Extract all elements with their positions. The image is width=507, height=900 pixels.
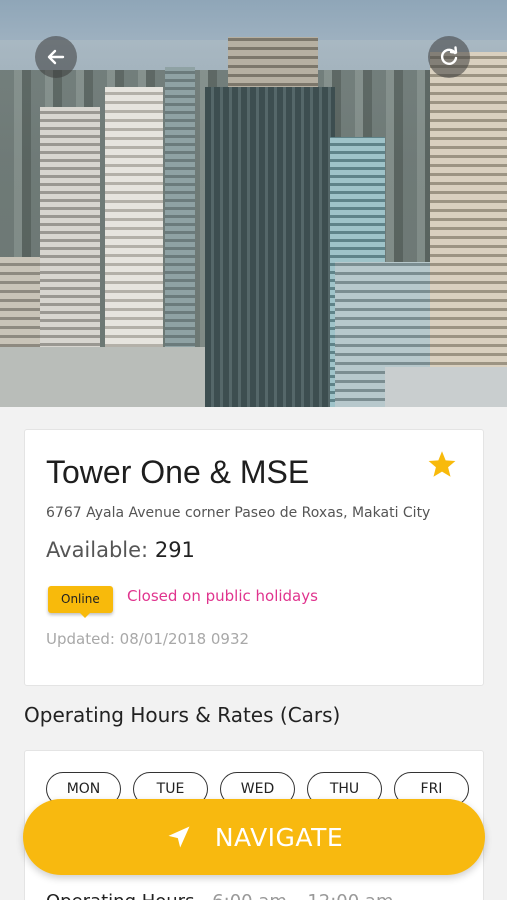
available-count: 291 xyxy=(154,538,195,562)
holiday-notice: Closed on public holidays xyxy=(127,587,318,605)
navigate-label: NAVIGATE xyxy=(214,822,344,852)
location-info-card: Tower One & MSE 6767 Ayala Avenue corner… xyxy=(24,429,484,686)
navigate-button[interactable]: NAVIGATE xyxy=(23,799,485,875)
favorite-button[interactable] xyxy=(427,450,457,482)
operating-hours-value: 6:00 am – 12:00 am xyxy=(212,891,393,900)
location-title: Tower One & MSE xyxy=(46,454,310,490)
star-icon xyxy=(428,451,456,477)
location-address: 6767 Ayala Avenue corner Paseo de Roxas,… xyxy=(46,505,431,521)
operating-hours-row: Operating Hours 6:00 am – 12:00 am xyxy=(46,891,394,900)
arrow-left-icon xyxy=(47,49,65,65)
back-button[interactable] xyxy=(35,36,77,78)
availability: Available: 291 xyxy=(46,538,195,562)
operating-hours-label: Operating Hours xyxy=(46,891,194,900)
building xyxy=(0,347,205,407)
location-photo xyxy=(0,0,507,407)
refresh-icon xyxy=(440,46,458,65)
status-badge: Online xyxy=(48,586,113,618)
available-label: Available: xyxy=(46,538,149,562)
building xyxy=(205,87,335,407)
navigation-arrow-icon xyxy=(168,826,190,848)
building xyxy=(385,367,507,407)
refresh-button[interactable] xyxy=(428,36,470,78)
building xyxy=(430,52,507,407)
section-title: Operating Hours & Rates (Cars) xyxy=(24,703,341,727)
updated-timestamp: Updated: 08/01/2018 0932 xyxy=(46,630,250,648)
